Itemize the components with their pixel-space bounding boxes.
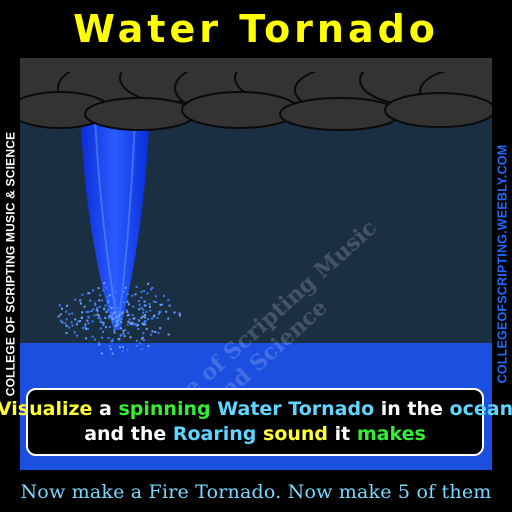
caption-line1-segment: in the	[374, 398, 450, 420]
poster-title: Water Tornado	[73, 7, 439, 51]
caption-line-2: and the Roaring sound it makes	[84, 422, 426, 447]
caption-line1-segment: ocean	[449, 398, 512, 420]
footer-text: Now make a Fire Tornado. Now make 5 of t…	[20, 481, 492, 503]
caption-line2-segment: it	[328, 423, 357, 445]
caption-line1-segment: spinning	[118, 398, 211, 420]
caption-line-1: Visualize a spinning Water Tornado in th…	[0, 397, 512, 422]
caption-line2-segment: makes	[356, 423, 426, 445]
caption-box: Visualize a spinning Water Tornado in th…	[0, 388, 512, 456]
caption-line1-segment: Visualize	[0, 398, 93, 420]
caption-line2-segment: sound	[256, 423, 329, 445]
caption-line2-segment: and the	[84, 423, 173, 445]
caption-line2-segment: Roaring	[172, 423, 257, 445]
poster-frame: Water Tornado COLLEGE OF SCRIPTING MUSIC…	[0, 0, 512, 512]
caption-line1-segment: Water Tornado	[210, 398, 375, 420]
side-text-left: COLLEGE OF SCRIPTING MUSIC & SCIENCE	[3, 131, 17, 397]
side-text-right: COLLEGEOFSCRIPTING.WEEBLY.COM	[495, 144, 509, 384]
storm-clouds	[20, 58, 492, 131]
caption-line1-segment: a	[92, 398, 119, 420]
